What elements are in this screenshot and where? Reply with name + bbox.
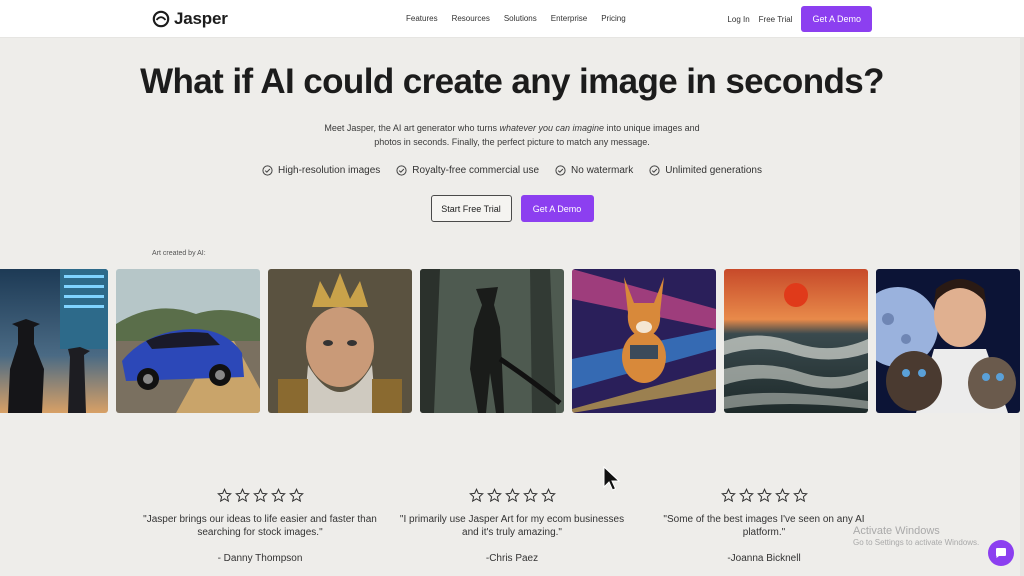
check-circle-icon <box>555 165 566 176</box>
star-outline-icon <box>540 488 556 503</box>
feature-label: No watermark <box>571 165 634 176</box>
feature-label: High-resolution images <box>278 165 381 176</box>
jasper-logo-icon <box>152 10 170 28</box>
hero-sub-start: Meet Jasper, the AI art generator who tu… <box>324 123 497 133</box>
art-gallery <box>0 269 1024 413</box>
gallery-image-man-with-kittens[interactable] <box>876 269 1020 413</box>
gallery-label: Art created by AI: <box>152 250 206 257</box>
gallery-image-forest-creature[interactable] <box>420 269 564 413</box>
nav-solutions[interactable]: Solutions <box>504 14 537 23</box>
page-scrollbar[interactable] <box>1020 38 1024 576</box>
testimonial-quote: "Some of the best images I've seen on an… <box>663 514 865 538</box>
site-header: Jasper Features Resources Solutions Ente… <box>0 0 1024 38</box>
testimonial-author: -Chris Paez <box>485 553 539 564</box>
testimonial-card: "Some of the best images I've seen on an… <box>644 488 884 564</box>
header-demo-button[interactable]: Get A Demo <box>801 6 872 32</box>
free-trial-link[interactable]: Free Trial <box>759 15 793 24</box>
feature-item: No watermark <box>555 165 633 176</box>
feature-label: Royalty-free commercial use <box>412 165 540 176</box>
hero-sub-emphasis: whatever you can imagine <box>499 123 605 133</box>
star-outline-icon <box>288 488 304 503</box>
chat-widget-button[interactable] <box>988 540 1014 566</box>
star-rating <box>644 488 884 503</box>
star-outline-icon <box>756 488 772 503</box>
gallery-image-cyber-cowboys[interactable] <box>0 269 108 413</box>
star-rating <box>392 488 632 503</box>
get-demo-button[interactable]: Get A Demo <box>520 195 594 222</box>
feature-item: Royalty-free commercial use <box>396 165 539 176</box>
brand-name: Jasper <box>174 9 228 28</box>
star-outline-icon <box>486 488 502 503</box>
star-outline-icon <box>522 488 538 503</box>
star-outline-icon <box>468 488 484 503</box>
login-link[interactable]: Log In <box>727 15 749 24</box>
star-outline-icon <box>234 488 250 503</box>
feature-list: High-resolution images Royalty-free comm… <box>0 165 1024 176</box>
star-outline-icon <box>216 488 232 503</box>
feature-item: High-resolution images <box>262 165 380 176</box>
star-outline-icon <box>252 488 268 503</box>
check-circle-icon <box>262 165 273 176</box>
nav-resources[interactable]: Resources <box>452 14 490 23</box>
star-outline-icon <box>270 488 286 503</box>
hero-title: What if AI could create any image in sec… <box>140 62 884 101</box>
testimonial-quote: "I primarily use Jasper Art for my ecom … <box>399 514 625 538</box>
gallery-image-blue-sports-car[interactable] <box>116 269 260 413</box>
nav-enterprise[interactable]: Enterprise <box>551 14 587 23</box>
check-circle-icon <box>649 165 660 176</box>
feature-item: Unlimited generations <box>649 165 762 176</box>
nav-features[interactable]: Features <box>406 14 438 23</box>
testimonial-author: - Danny Thompson <box>217 553 303 564</box>
watermark-subtitle: Go to Settings to activate Windows. <box>853 538 980 547</box>
star-outline-icon <box>504 488 520 503</box>
testimonial-card: "I primarily use Jasper Art for my ecom … <box>392 488 632 564</box>
gallery-image-crowned-king[interactable] <box>268 269 412 413</box>
hero-subtitle: Meet Jasper, the AI art generator who tu… <box>312 121 712 149</box>
chat-icon <box>996 548 1006 558</box>
watermark-title: Activate Windows <box>853 525 940 537</box>
header-actions: Log In Free Trial Get A Demo <box>727 6 872 32</box>
star-outline-icon <box>792 488 808 503</box>
star-outline-icon <box>738 488 754 503</box>
brand-logo[interactable]: Jasper <box>152 9 228 29</box>
testimonial-quote: "Jasper brings our ideas to life easier … <box>143 514 377 538</box>
main-nav: Features Resources Solutions Enterprise … <box>406 14 626 23</box>
gallery-image-space-corgi[interactable] <box>572 269 716 413</box>
feature-label: Unlimited generations <box>665 165 762 176</box>
testimonial-author: -Joanna Bicknell <box>727 553 801 564</box>
check-circle-icon <box>396 165 407 176</box>
testimonial-card: "Jasper brings our ideas to life easier … <box>140 488 380 564</box>
gallery-image-ocean-sunset[interactable] <box>724 269 868 413</box>
star-outline-icon <box>774 488 790 503</box>
star-outline-icon <box>720 488 736 503</box>
hero-cta: Start Free Trial Get A Demo <box>0 195 1024 222</box>
windows-activation-watermark: Activate Windows Go to Settings to activ… <box>853 525 979 547</box>
mouse-cursor-icon <box>603 466 621 491</box>
star-rating <box>140 488 380 503</box>
start-free-trial-button[interactable]: Start Free Trial <box>430 195 512 222</box>
nav-pricing[interactable]: Pricing <box>601 14 625 23</box>
